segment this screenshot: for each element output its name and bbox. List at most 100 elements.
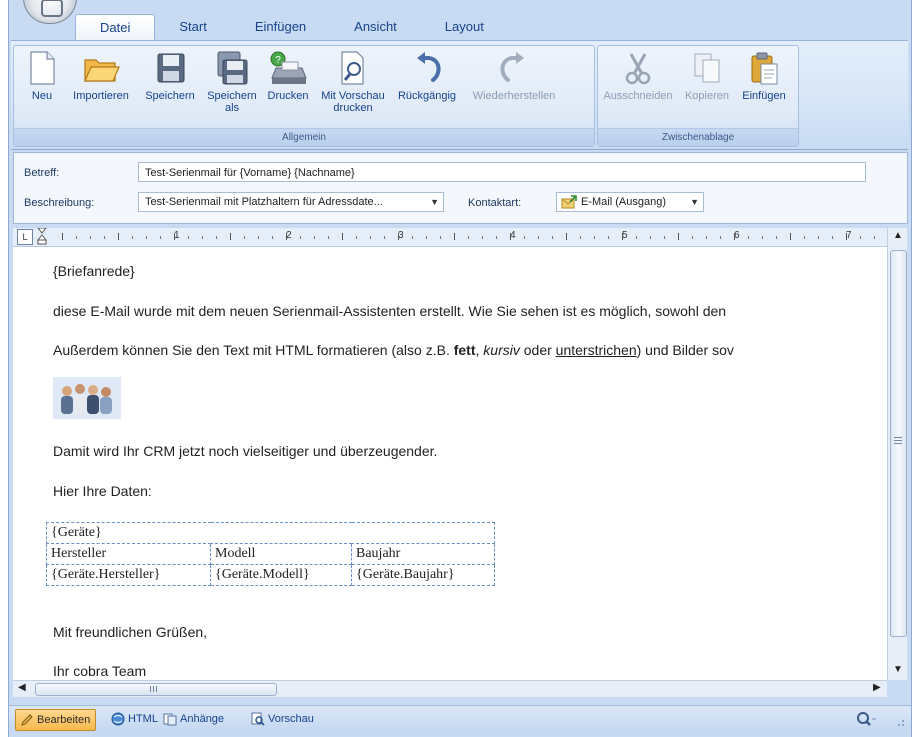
- ruler-number: 4: [510, 230, 516, 241]
- copy-icon: [694, 53, 720, 83]
- attachment-icon: [163, 713, 177, 726]
- new-button[interactable]: Neu: [22, 50, 62, 102]
- italic-text: kursiv: [483, 342, 520, 358]
- ruler-tick: [804, 236, 805, 239]
- ruler-tick: [356, 236, 357, 239]
- save-as-label-1: Speichern: [207, 90, 257, 102]
- text-run: ) und Bilder sov: [636, 342, 734, 358]
- preview-label: Vorschau: [268, 713, 314, 725]
- table-header-cell: Modell: [210, 543, 352, 565]
- underlined-text: unterstrichen: [555, 342, 637, 358]
- ruler-tick: [482, 236, 483, 239]
- scroll-up-arrow-icon[interactable]: ▲: [893, 230, 903, 241]
- description-combo[interactable]: Test-Serienmail mit Platzhaltern für Adr…: [138, 192, 444, 212]
- ruler-tick: [496, 236, 497, 239]
- save-as-button[interactable]: Speichern als: [206, 50, 258, 114]
- paste-clipboard-icon: [751, 52, 778, 85]
- save-as-label-2: als: [224, 102, 240, 114]
- print-preview-button[interactable]: Mit Vorschau drucken: [316, 50, 390, 114]
- vertical-scrollbar[interactable]: ▲ ▼: [887, 228, 907, 680]
- printer-icon: ?: [270, 51, 307, 84]
- ruler-tick: [440, 236, 441, 239]
- tab-stop-selector[interactable]: L: [17, 229, 33, 245]
- description-label: Beschreibung:: [24, 197, 95, 209]
- ruler-tick: [370, 236, 371, 239]
- paste-label: Einfügen: [742, 90, 786, 102]
- ruler-tick: [468, 236, 469, 239]
- ruler-tick: [342, 233, 343, 240]
- ruler-tick: [678, 233, 679, 240]
- body-text-line: Hier Ihre Daten:: [53, 483, 152, 499]
- tab-einfuegen[interactable]: Einfügen: [231, 14, 330, 40]
- copy-label: Kopieren: [684, 90, 730, 102]
- horizontal-scrollbar[interactable]: ◀ ▶: [13, 680, 887, 697]
- table-row: {Geräte.Hersteller} {Geräte.Modell} {Ger…: [46, 564, 495, 586]
- ruler-tick: [636, 236, 637, 239]
- zoom-icon[interactable]: [855, 710, 877, 733]
- ribbon-group-allgemein: Neu Importieren Speichern Speichern als …: [13, 45, 595, 147]
- ruler-tick: [258, 236, 259, 239]
- redo-label: Wiederherstellen: [472, 90, 556, 102]
- copy-button[interactable]: Kopieren: [682, 50, 732, 102]
- email-outgoing-icon: [561, 195, 577, 209]
- office-menu-button[interactable]: [23, 0, 77, 24]
- ruler-tick: [300, 236, 301, 239]
- ruler-tick: [874, 236, 875, 239]
- paste-button[interactable]: Einfügen: [736, 50, 792, 102]
- ruler-tick: [832, 236, 833, 239]
- print-label: Drucken: [267, 90, 309, 102]
- embedded-team-photo[interactable]: [53, 377, 121, 419]
- ruler-tick: [664, 236, 665, 239]
- subject-input[interactable]: Test-Serienmail für {Vorname} {Nachname}: [138, 162, 866, 182]
- ruler-tick: [594, 236, 595, 239]
- redo-button[interactable]: Wiederherstellen: [464, 50, 564, 102]
- edit-mode-button[interactable]: Bearbeiten: [15, 709, 97, 731]
- ruler-tick: [818, 236, 819, 239]
- ruler-tick: [748, 236, 749, 239]
- ruler-tick: [776, 236, 777, 239]
- svg-text:?: ?: [275, 55, 281, 66]
- print-preview-icon: [341, 51, 364, 85]
- html-editor[interactable]: {Briefanrede} diese E-Mail wurde mit dem…: [13, 247, 887, 680]
- description-value: Test-Serienmail mit Platzhaltern für Adr…: [145, 196, 383, 208]
- signature-text: Ihr cobra Team: [53, 663, 147, 679]
- cut-button[interactable]: Ausschneiden: [602, 50, 674, 102]
- ruler-tick: [762, 236, 763, 239]
- ruler-tick: [160, 236, 161, 239]
- attachments-button[interactable]: Anhänge: [159, 709, 229, 729]
- salutation-placeholder: {Briefanrede}: [53, 263, 135, 279]
- html-mode-button[interactable]: HTML: [107, 709, 163, 729]
- contact-type-value: E-Mail (Ausgang): [581, 196, 666, 208]
- ruler-tick: [552, 236, 553, 239]
- save-button[interactable]: Speichern: [140, 50, 200, 102]
- scroll-right-arrow-icon[interactable]: ▶: [873, 682, 881, 693]
- ruler-number: 7: [846, 230, 852, 241]
- ruler-tick: [566, 233, 567, 240]
- preview-button[interactable]: Vorschau: [247, 709, 319, 729]
- print-button[interactable]: ? Drucken: [264, 50, 312, 102]
- ruler-tick: [188, 236, 189, 239]
- view-mode-bar: Bearbeiten HTML Anhänge Vorschau: [9, 705, 911, 732]
- ruler-tick: [328, 236, 329, 239]
- ruler-tick: [720, 236, 721, 239]
- import-button[interactable]: Importieren: [66, 50, 136, 102]
- scroll-down-arrow-icon[interactable]: ▼: [893, 664, 903, 675]
- tab-layout[interactable]: Layout: [421, 14, 508, 40]
- vertical-scroll-thumb[interactable]: [890, 250, 907, 637]
- tab-ansicht[interactable]: Ansicht: [330, 14, 421, 40]
- device-placeholder-table[interactable]: {Geräte} Hersteller Modell Baujahr {Gerä…: [46, 522, 495, 586]
- print-preview-label-2: drucken: [333, 102, 373, 114]
- resize-grip-icon[interactable]: [893, 714, 905, 726]
- tab-datei[interactable]: Datei: [75, 14, 156, 41]
- scroll-left-arrow-icon[interactable]: ◀: [18, 682, 26, 693]
- ruler-tick: [706, 236, 707, 239]
- table-cell: {Geräte.Modell}: [210, 564, 352, 586]
- table-header-cell: Baujahr: [351, 543, 495, 565]
- html-mode-label: HTML: [128, 713, 158, 725]
- tab-start[interactable]: Start: [155, 14, 230, 40]
- print-preview-label-1: Mit Vorschau: [321, 90, 385, 102]
- undo-button[interactable]: Rückgängig: [394, 50, 460, 102]
- ruler-tick: [790, 233, 791, 240]
- contact-type-combo[interactable]: E-Mail (Ausgang) ▼: [556, 192, 704, 212]
- horizontal-scroll-thumb[interactable]: [35, 683, 277, 696]
